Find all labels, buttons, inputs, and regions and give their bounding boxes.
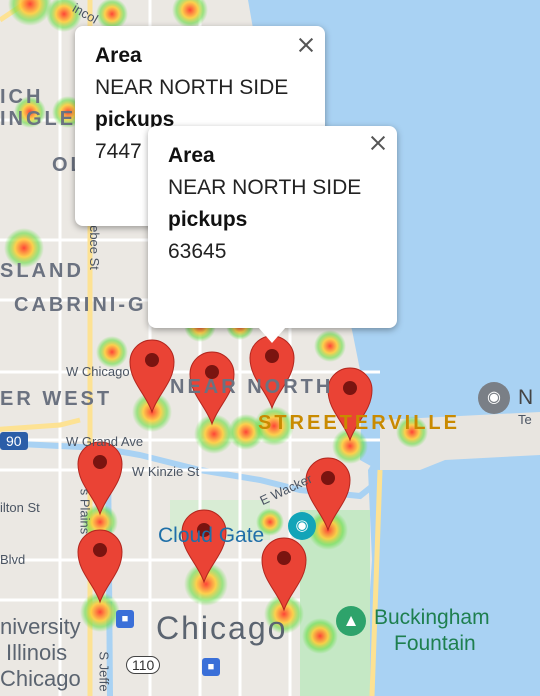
popup-area-value: NEAR NORTH SIDE [95,76,289,99]
map-label-blvd: Blvd [0,552,26,567]
popup-area-value: NEAR NORTH SIDE [168,176,362,199]
map-label-cloud-gate[interactable]: Cloud Gate [158,524,264,548]
map-label-chicago: Chicago [156,610,288,646]
map-label-fountain[interactable]: Fountain [394,632,476,656]
info-window-tail [258,327,286,343]
camera-icon-navy[interactable]: ◉ [478,382,510,414]
close-icon[interactable] [369,134,387,152]
popup-area-label: Area [95,44,142,67]
heatmap-spot [302,618,338,654]
map-label-ilton: ilton St [0,500,40,515]
map-label-navy-te: Te [518,412,532,427]
transit-icon[interactable]: ■ [116,610,134,628]
highway-90-shield: 90 [0,432,28,450]
highway-110-shield: 110 [126,656,161,674]
map-label-cabrini: CABRINI-G [14,294,147,316]
map-label-university: niversity [0,614,81,639]
map-label-w-kinzie: W Kinzie St [132,464,200,479]
map-label-navy-n[interactable]: N [518,386,533,410]
map-label-s-plains: s Plains [77,488,93,535]
heatmap-spot [314,330,346,362]
map-label-w-chicago: W Chicago [66,364,130,379]
popup-pickups-label: pickups [168,208,248,231]
map-label-s-jeff: S Jeffe [96,651,112,692]
close-icon[interactable] [297,36,315,54]
camera-icon[interactable]: ◉ [288,512,316,540]
transit-icon-2[interactable]: ■ [202,658,220,676]
map-label-near-north: NEAR NORTH [170,376,334,398]
map-label-streeterville: STREETERVILLE [258,412,460,434]
map-label-inch: ICH [0,86,44,108]
tree-icon[interactable]: ▲ [336,606,366,636]
popup-area-label: Area [168,144,215,167]
map-label-illinois: Illinois [6,640,68,665]
map-label-island: SLAND [0,260,84,282]
map-label-buckingham[interactable]: Buckingham [374,606,490,630]
map-label-near-west: ER WEST [0,388,113,410]
map-label-sebee: ebee St [86,225,102,270]
popup-pickups-value: 63645 [168,240,227,263]
info-window-front: Area NEAR NORTH SIDE pickups 63645 [148,126,397,328]
map-label-w-grand: W Grand Ave [66,434,144,449]
map-label-chicago-2: Chicago [0,666,81,691]
map-label-ingle: INGLE [0,108,77,130]
